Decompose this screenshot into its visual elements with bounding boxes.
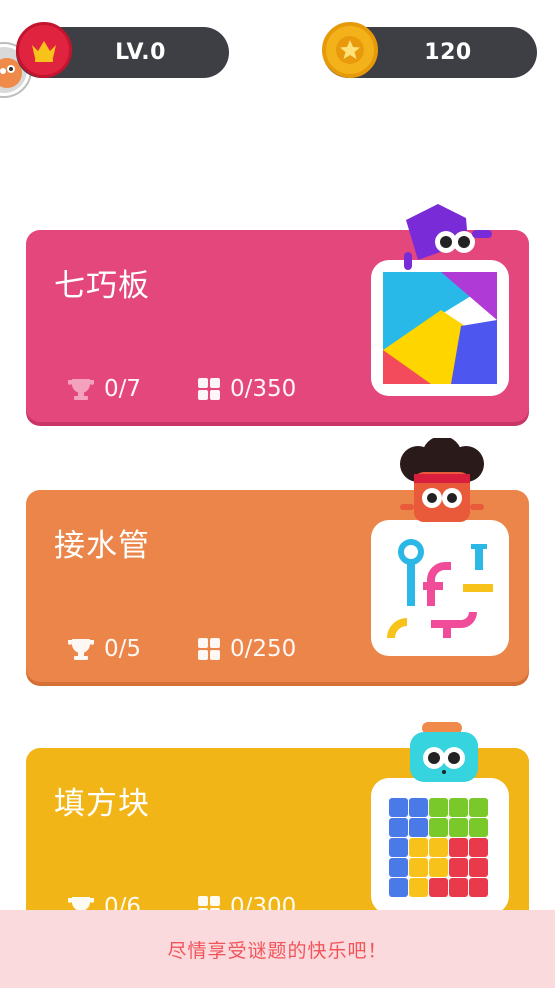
game-title: 接水管: [54, 528, 150, 564]
trophy-icon: [68, 639, 94, 660]
levels-stat: 0/350: [198, 376, 296, 402]
grid-icon: [198, 638, 220, 660]
crown-icon: [16, 22, 72, 78]
tangram-mascot: [404, 204, 492, 270]
blocks-mascot: [410, 722, 478, 782]
coin-count: 120: [424, 40, 472, 65]
game-title: 填方块: [54, 786, 150, 822]
levels-count: 0/250: [230, 636, 297, 662]
trophy-icon: [68, 379, 94, 400]
level-label: LV.0: [115, 40, 166, 65]
trophy-count: 0/5: [104, 636, 142, 662]
pipes-mascot: [400, 438, 484, 522]
levels-count: 0/350: [230, 376, 297, 402]
blocks-thumbnail: [371, 778, 509, 914]
tangram-thumbnail: [371, 260, 509, 396]
footer-text: 尽情享受谜题的快乐吧！: [167, 939, 388, 962]
trophy-count: 0/7: [104, 376, 142, 402]
levels-stat: 0/250: [198, 636, 296, 662]
trophy-stat: 0/7: [68, 376, 141, 402]
trophy-stat: 0/5: [68, 636, 141, 662]
pipes-thumbnail: [371, 520, 509, 656]
star-icon: [322, 22, 378, 78]
game-title: 七巧板: [54, 268, 150, 304]
footer-banner: 尽情享受谜题的快乐吧！: [0, 910, 555, 988]
grid-icon: [198, 378, 220, 400]
